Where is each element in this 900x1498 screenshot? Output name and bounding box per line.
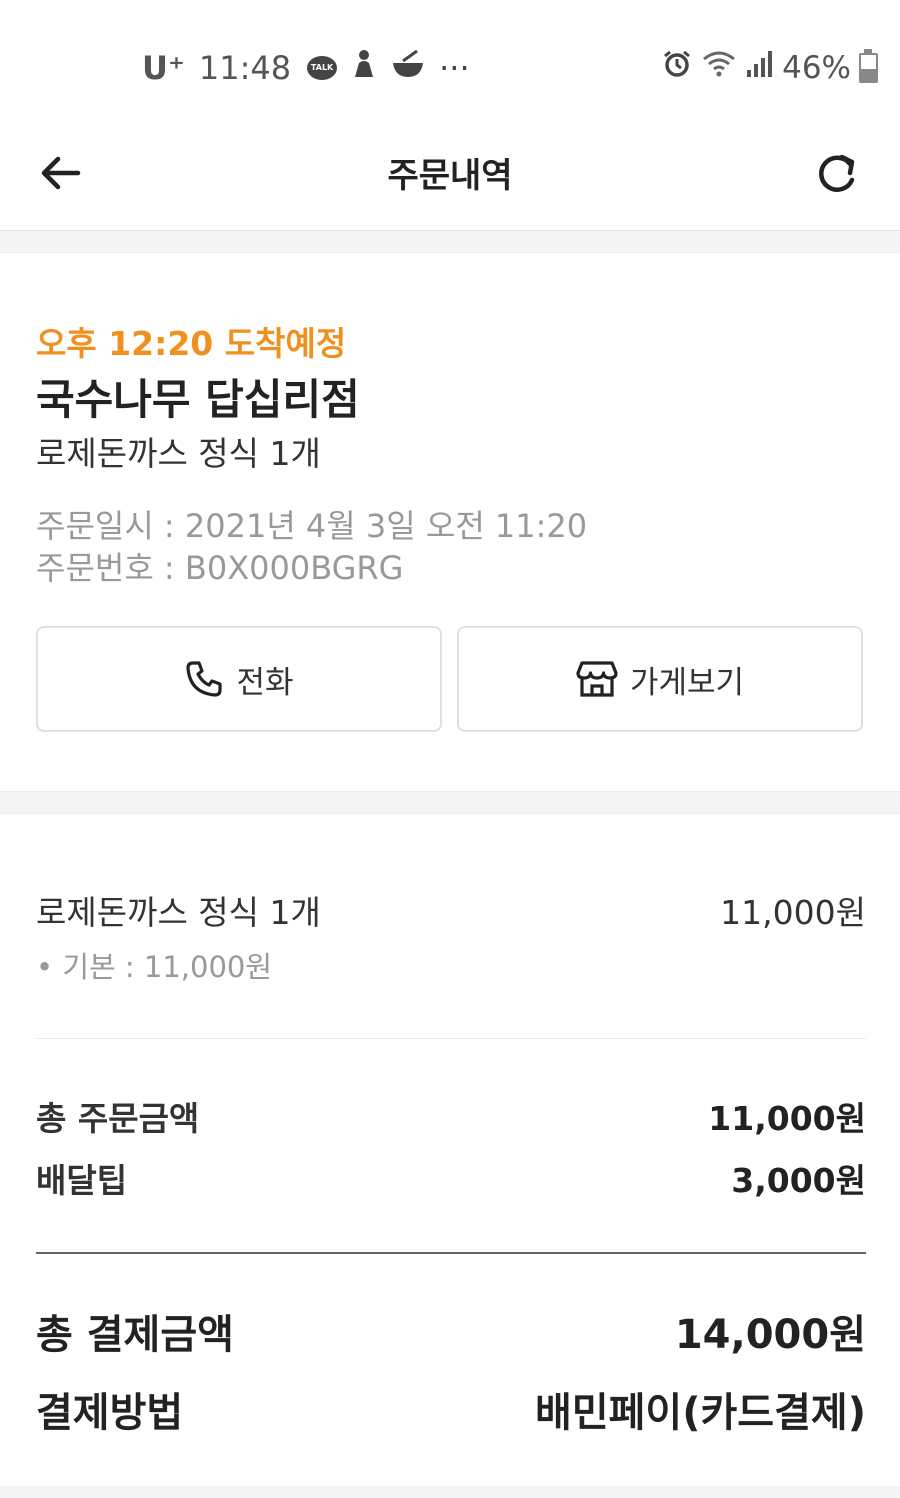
status-bar-left: U⁺ 11:48 TALK ···: [142, 44, 484, 92]
order-datetime: 주문일시 : 2021년 4월 3일 오전 11:20: [36, 507, 588, 545]
divider: [36, 1038, 866, 1039]
eta-label: 오후 12:20 도착예정: [36, 324, 347, 363]
payment-method-value: 배민페이(카드결제): [535, 1390, 866, 1436]
status-bar: U⁺ 11:48 TALK ··· 46%: [0, 0, 900, 120]
order-number: 주문번호 : B0X000BGRG: [36, 549, 404, 587]
phone-icon: [186, 661, 223, 697]
view-store-button[interactable]: 가게보기: [457, 626, 863, 732]
order-detail-card: 로제돈까스 정식 1개 11,000원 • 기본 : 11,000원 총 주문금…: [0, 813, 900, 1486]
store-icon: [576, 661, 618, 697]
payment-method-label: 결제방법: [36, 1390, 184, 1436]
call-button-label: 전화: [236, 664, 294, 701]
battery-percent: 46%: [782, 50, 851, 86]
menu-summary: 로제돈까스 정식 1개: [36, 434, 321, 473]
wifi-icon: [702, 49, 736, 87]
total-order-row: 총 주문금액 11,000원: [36, 1092, 866, 1140]
refresh-icon: [819, 154, 855, 192]
call-button[interactable]: 전화: [36, 626, 442, 732]
item-option: • 기본 : 11,000원: [36, 950, 273, 984]
divider: [36, 1252, 866, 1254]
more-icon: ···: [439, 49, 470, 87]
delivery-tip-value: 3,000원: [731, 1161, 866, 1200]
payment-method-row: 결제방법 배민페이(카드결제): [36, 1380, 866, 1438]
total-payment-value: 14,000원: [674, 1312, 866, 1358]
total-order-label: 총 주문금액: [36, 1099, 200, 1138]
battery-icon: [859, 49, 878, 83]
delivery-tip-row: 배달팁 3,000원: [36, 1154, 866, 1202]
view-store-button-label: 가게보기: [629, 664, 745, 701]
signal-icon: [746, 50, 773, 86]
total-payment-row: 총 결제금액 14,000원: [36, 1302, 866, 1360]
figure-icon: [351, 49, 377, 87]
store-name: 국수나무 답십리점: [36, 375, 360, 424]
carrier-label: U⁺: [142, 49, 185, 87]
page-title: 주문내역: [387, 156, 513, 196]
status-bar-right: 46%: [662, 44, 878, 92]
kakaotalk-icon: TALK: [307, 56, 338, 80]
bowl-icon: [391, 49, 425, 87]
refresh-button[interactable]: [804, 142, 870, 208]
total-order-value: 11,000원: [708, 1099, 866, 1138]
order-summary-card: 오후 12:20 도착예정 국수나무 답십리점 로제돈까스 정식 1개 주문일시…: [0, 252, 900, 792]
alarm-icon: [662, 49, 692, 87]
item-price: 11,000원: [720, 893, 866, 932]
total-payment-label: 총 결제금액: [36, 1312, 234, 1358]
clock: 11:48: [198, 49, 292, 87]
list-item: 로제돈까스 정식 1개 11,000원: [36, 886, 866, 934]
app-bar: 주문내역: [0, 120, 900, 231]
delivery-tip-label: 배달팁: [36, 1161, 128, 1200]
item-name: 로제돈까스 정식 1개: [36, 893, 321, 932]
